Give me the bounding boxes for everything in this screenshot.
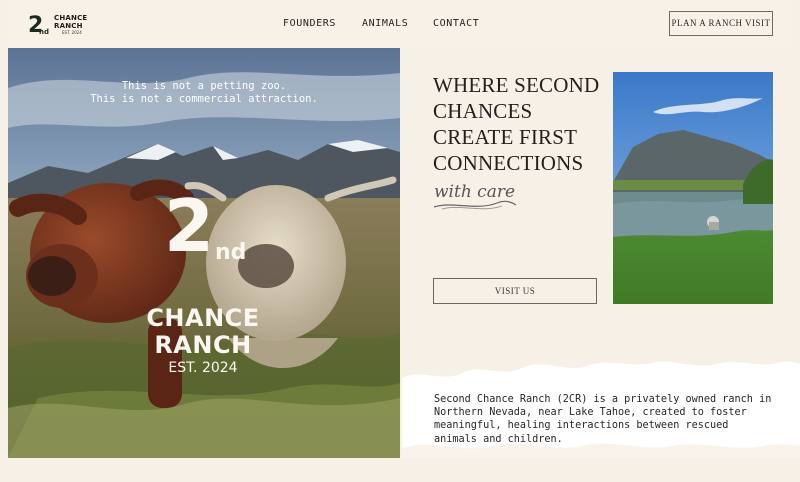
hero-logo-suffix: nd (215, 240, 247, 265)
headline: WHERE SECOND CHANCES CREATE FIRST CONNEC… (433, 73, 600, 175)
brand-logo-text: CHANCE RANCH (54, 14, 88, 30)
plan-visit-button[interactable]: PLAN A RANCH VISIT (669, 11, 773, 36)
hero-logo-ranch: RANCH (154, 331, 252, 359)
hero-logo-chance: CHANCE (146, 304, 260, 332)
hero-tagline-1: This is not a petting zoo. (121, 80, 287, 92)
page: 2 nd CHANCE RANCH EST. 2024 FOUNDERS ANI… (0, 0, 800, 482)
ranch-description: Second Chance Ranch (2CR) is a privately… (434, 394, 772, 445)
nav-animals[interactable]: ANIMALS (362, 18, 408, 29)
footer-strip (0, 458, 800, 482)
hero-logo-est: EST. 2024 (168, 360, 238, 376)
nav-contact[interactable]: CONTACT (433, 18, 479, 29)
brand-logo[interactable]: 2 nd CHANCE RANCH EST. 2024 (28, 10, 98, 38)
hero-image: This is not a petting zoo. This is not a… (8, 48, 400, 458)
svg-text:nd: nd (39, 28, 49, 36)
visit-us-button[interactable]: VISIT US (433, 278, 597, 304)
hero-logo-number: 2 (164, 184, 215, 268)
brand-est: EST. 2024 (62, 30, 82, 35)
nav-founders[interactable]: FOUNDERS (283, 18, 336, 29)
script-underline-icon (433, 200, 517, 210)
landscape-photo (613, 72, 773, 304)
hero-tagline-2: This is not a commercial attraction. (90, 93, 318, 105)
